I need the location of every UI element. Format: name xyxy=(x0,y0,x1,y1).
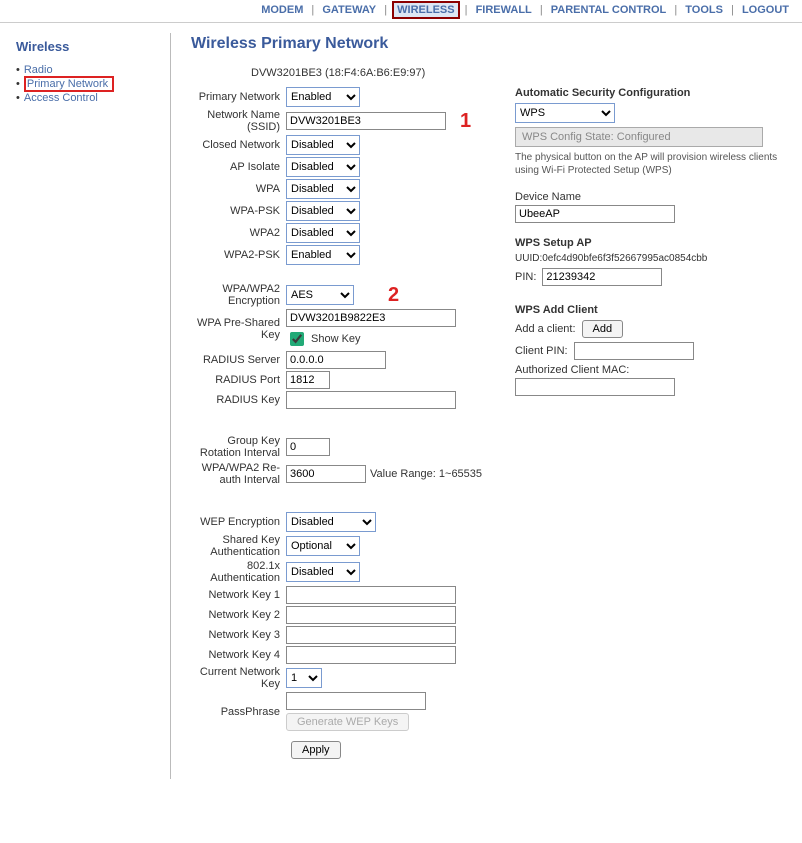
annotation-1: 1 xyxy=(460,110,471,133)
select-wpa2-psk[interactable]: Enabled xyxy=(286,245,360,265)
label-wep: WEP Encryption xyxy=(191,516,286,528)
label-primary-network: Primary Network xyxy=(191,91,286,103)
button-add-client[interactable]: Add xyxy=(582,320,624,338)
input-device-name[interactable] xyxy=(515,205,675,223)
input-ssid[interactable] xyxy=(286,112,446,130)
input-nk2[interactable] xyxy=(286,606,456,624)
heading-auto-security: Automatic Security Configuration xyxy=(515,87,785,99)
vertical-divider xyxy=(170,33,171,779)
select-primary-network[interactable]: Enabled xyxy=(286,87,360,107)
checkbox-show-key[interactable] xyxy=(290,332,304,346)
select-wpa-psk[interactable]: Disabled xyxy=(286,201,360,221)
sidebar-item-radio[interactable]: Radio xyxy=(24,64,53,76)
sidebar-item-primary-network[interactable]: Primary Network xyxy=(24,76,114,92)
input-group-key[interactable] xyxy=(286,438,330,456)
settings-column-left: Primary Network Enabled Network Name (SS… xyxy=(191,85,491,759)
select-ap-isolate[interactable]: Disabled xyxy=(286,157,360,177)
nav-logout[interactable]: LOGOUT xyxy=(739,3,792,17)
input-wps-pin[interactable] xyxy=(542,268,662,286)
label-group-key: Group Key Rotation Interval xyxy=(191,435,286,459)
nav-parental-control[interactable]: PARENTAL CONTROL xyxy=(548,3,670,17)
page-title: Wireless Primary Network xyxy=(191,35,792,53)
label-passphrase: PassPhrase xyxy=(191,706,286,718)
select-wpa[interactable]: Disabled xyxy=(286,179,360,199)
label-radius-key: RADIUS Key xyxy=(191,394,286,406)
input-client-pin[interactable] xyxy=(574,342,694,360)
label-ssid: Network Name (SSID) xyxy=(191,109,286,133)
select-auto-security[interactable]: WPS xyxy=(515,103,615,123)
label-dot1x: 802.1x Authentication xyxy=(191,560,286,584)
label-radius-port: RADIUS Port xyxy=(191,374,286,386)
select-current-key[interactable]: 1 xyxy=(286,668,322,688)
label-wpa: WPA xyxy=(191,183,286,195)
annotation-2: 2 xyxy=(388,284,399,307)
label-closed-network: Closed Network xyxy=(191,139,286,151)
label-radius-server: RADIUS Server xyxy=(191,354,286,366)
select-shared-key-auth[interactable]: Optional xyxy=(286,536,360,556)
label-ap-isolate: AP Isolate xyxy=(191,161,286,173)
heading-wps-setup: WPS Setup AP xyxy=(515,237,785,249)
input-nk1[interactable] xyxy=(286,586,456,604)
select-encryption[interactable]: AES xyxy=(286,285,354,305)
nav-tools[interactable]: TOOLS xyxy=(682,3,726,17)
top-nav: MODEM | GATEWAY | WIRELESS | FIREWALL | … xyxy=(0,0,802,23)
device-mac-line: DVW3201BE3 (18:F4:6A:B6:E9:97) xyxy=(251,67,792,79)
label-nk3: Network Key 3 xyxy=(191,629,286,641)
nav-gateway[interactable]: GATEWAY xyxy=(319,3,379,17)
label-nk4: Network Key 4 xyxy=(191,649,286,661)
label-client-pin: Client PIN: xyxy=(515,345,568,357)
input-auth-client-mac[interactable] xyxy=(515,378,675,396)
input-nk3[interactable] xyxy=(286,626,456,644)
label-nk2: Network Key 2 xyxy=(191,609,286,621)
label-wpa2-psk: WPA2-PSK xyxy=(191,249,286,261)
select-wep[interactable]: Disabled xyxy=(286,512,376,532)
label-show-key: Show Key xyxy=(311,333,361,345)
label-reauth: WPA/WPA2 Re-auth Interval xyxy=(191,462,286,486)
label-nk1: Network Key 1 xyxy=(191,589,286,601)
label-add-client: Add a client: xyxy=(515,323,576,335)
button-apply[interactable]: Apply xyxy=(291,741,341,759)
label-encryption: WPA/WPA2 Encryption xyxy=(191,283,286,307)
input-radius-server[interactable] xyxy=(286,351,386,369)
label-device-name: Device Name xyxy=(515,191,785,203)
hint-reauth-range: Value Range: 1~65535 xyxy=(370,468,482,480)
wps-uuid: UUID:0efc4d90bfe6f3f52667995ac0854cbb xyxy=(515,253,785,264)
select-closed-network[interactable]: Disabled xyxy=(286,135,360,155)
select-wpa2[interactable]: Disabled xyxy=(286,223,360,243)
label-current-key: Current Network Key xyxy=(191,666,286,690)
nav-sep: | xyxy=(309,4,316,16)
wps-config-state: WPS Config State: Configured xyxy=(515,127,763,147)
sidebar-item-access-control[interactable]: Access Control xyxy=(24,92,98,104)
input-reauth[interactable] xyxy=(286,465,366,483)
wps-note: The physical button on the AP will provi… xyxy=(515,151,785,177)
label-wpa2: WPA2 xyxy=(191,227,286,239)
label-auth-client-mac: Authorized Client MAC: xyxy=(515,364,785,376)
heading-wps-add-client: WPS Add Client xyxy=(515,304,785,316)
settings-column-right: Automatic Security Configuration WPS WPS… xyxy=(515,85,785,396)
input-passphrase[interactable] xyxy=(286,692,426,710)
nav-firewall[interactable]: FIREWALL xyxy=(473,3,535,17)
input-psk[interactable] xyxy=(286,309,456,327)
label-shared-key-auth: Shared Key Authentication xyxy=(191,534,286,558)
input-nk4[interactable] xyxy=(286,646,456,664)
button-generate-wep[interactable]: Generate WEP Keys xyxy=(286,713,409,731)
label-wps-pin: PIN: xyxy=(515,271,536,283)
label-psk: WPA Pre-Shared Key xyxy=(191,317,286,341)
nav-modem[interactable]: MODEM xyxy=(258,3,306,17)
sidebar-title: Wireless xyxy=(16,39,160,54)
sidebar: Wireless Radio Primary Network Access Co… xyxy=(0,33,170,779)
input-radius-key[interactable] xyxy=(286,391,456,409)
select-dot1x[interactable]: Disabled xyxy=(286,562,360,582)
nav-wireless[interactable]: WIRELESS xyxy=(392,1,459,19)
label-wpa-psk: WPA-PSK xyxy=(191,205,286,217)
input-radius-port[interactable] xyxy=(286,371,330,389)
